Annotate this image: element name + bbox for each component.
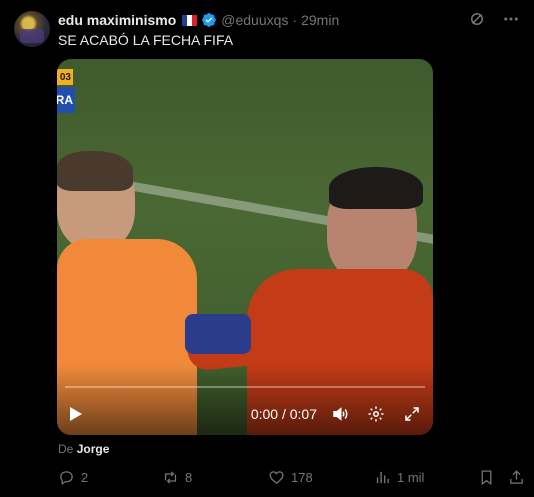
timestamp[interactable]: 29min bbox=[301, 12, 339, 28]
video-controls: 0:00 / 0:07 bbox=[57, 399, 433, 429]
bookmark-icon bbox=[481, 470, 492, 486]
more-options-icon[interactable] bbox=[502, 10, 520, 28]
tweet[interactable]: edu maximinismo @eduuxqs · 29min SE ACAB… bbox=[0, 0, 534, 497]
tweet-actions: 2 8 178 1 mil bbox=[58, 469, 524, 487]
grok-icon[interactable] bbox=[468, 10, 486, 28]
reply-icon bbox=[60, 471, 73, 486]
like-button[interactable]: 178 bbox=[268, 469, 313, 486]
video-timecode: 0:00 / 0:07 bbox=[250, 406, 317, 422]
share-button[interactable] bbox=[508, 469, 525, 486]
heart-icon bbox=[269, 471, 284, 484]
repost-count: 8 bbox=[185, 470, 193, 485]
views-button[interactable]: 1 mil bbox=[374, 469, 424, 486]
tweet-top-actions bbox=[468, 10, 520, 28]
tweet-header: edu maximinismo @eduuxqs · 29min bbox=[58, 11, 339, 29]
video-player[interactable]: 03 RA 0:00 / 0:07 bbox=[57, 59, 433, 435]
play-icon bbox=[70, 407, 82, 421]
referee-hair bbox=[57, 151, 133, 191]
play-button[interactable] bbox=[69, 405, 85, 423]
gear-icon[interactable] bbox=[367, 405, 385, 423]
repost-button[interactable]: 8 bbox=[162, 469, 192, 486]
separator: · bbox=[292, 12, 298, 28]
reply-button[interactable]: 2 bbox=[58, 469, 88, 486]
views-icon bbox=[376, 471, 389, 484]
verified-badge-icon bbox=[202, 13, 217, 27]
volume-icon[interactable] bbox=[331, 405, 349, 423]
attribution-source[interactable]: Jorge bbox=[77, 442, 110, 456]
author-handle[interactable]: @eduuxqs bbox=[221, 12, 288, 28]
video-progress-bar[interactable] bbox=[65, 386, 425, 388]
score-overlay: 03 bbox=[57, 69, 73, 85]
player-hair bbox=[329, 167, 423, 209]
like-count: 178 bbox=[291, 470, 313, 485]
tweet-text: SE ACABÓ LA FECHA FIFA bbox=[58, 32, 234, 48]
video-attribution: De Jorge bbox=[58, 442, 109, 456]
france-flag-icon bbox=[182, 14, 198, 26]
share-icon bbox=[510, 470, 523, 484]
avatar[interactable] bbox=[14, 11, 50, 47]
views-count: 1 mil bbox=[397, 470, 425, 485]
attribution-prefix: De bbox=[58, 442, 74, 456]
bookmark-button[interactable] bbox=[478, 469, 495, 486]
fullscreen-icon[interactable] bbox=[403, 405, 421, 423]
goalkeeper-glove bbox=[185, 314, 251, 354]
team-overlay: RA bbox=[57, 87, 75, 113]
reply-count: 2 bbox=[81, 470, 89, 485]
repost-icon bbox=[164, 471, 177, 484]
author-name[interactable]: edu maximinismo bbox=[58, 12, 176, 28]
